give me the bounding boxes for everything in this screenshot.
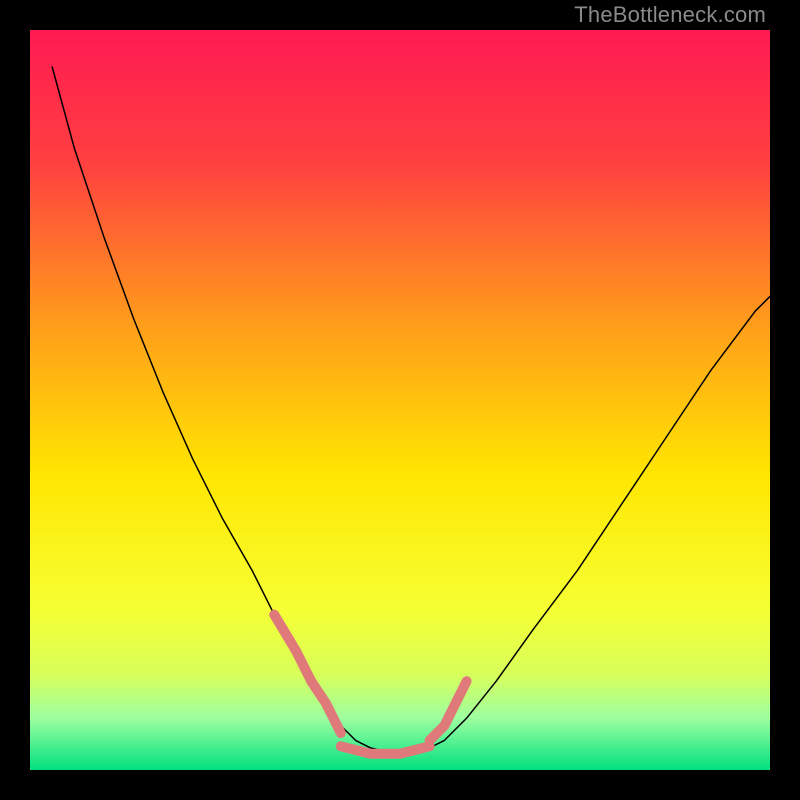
curve-layer [30, 30, 770, 770]
series-highlight-bottom [341, 746, 430, 753]
series-highlight-right [430, 681, 467, 740]
series-curve-main [52, 67, 770, 755]
chart-frame: TheBottleneck.com [0, 0, 800, 800]
watermark-text: TheBottleneck.com [574, 2, 766, 28]
plot-area [30, 30, 770, 770]
series-highlight-left [274, 615, 341, 733]
